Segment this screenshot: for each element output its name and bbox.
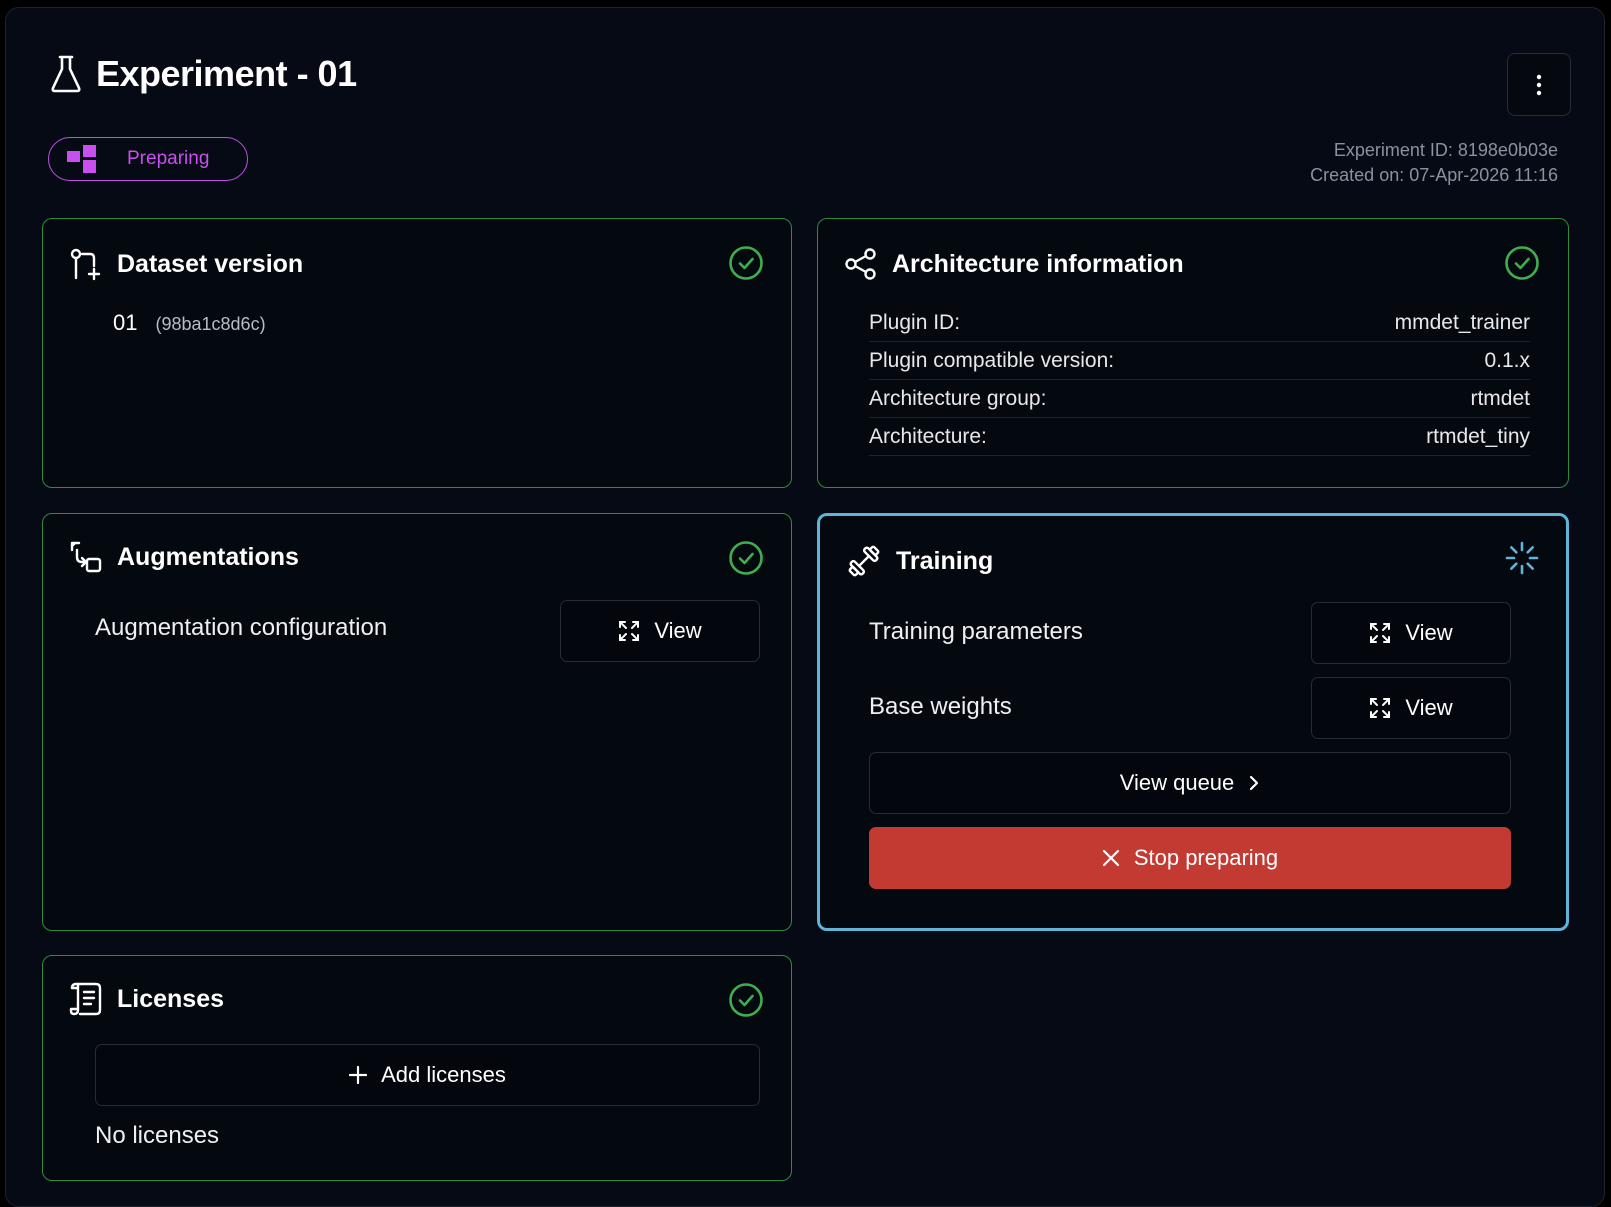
check-circle-icon <box>729 246 763 280</box>
row-label: Architecture: <box>869 424 987 448</box>
expand-icon <box>1370 623 1391 643</box>
training-parameters-label: Training parameters <box>869 618 1083 645</box>
status-badge: Preparing <box>48 137 248 181</box>
stop-preparing-button[interactable]: Stop preparing <box>869 827 1511 889</box>
expand-icon <box>1370 698 1391 718</box>
row-label: Plugin compatible version: <box>869 348 1115 372</box>
version-number: 01 <box>113 310 138 335</box>
augmentations-icon <box>70 541 102 573</box>
experiment-meta: Experiment ID: 8198e0b03e Created on: 07… <box>1310 138 1558 188</box>
card-title: Architecture information <box>892 249 1184 278</box>
row-label: Plugin ID: <box>869 310 961 334</box>
view-queue-label: View queue <box>1119 770 1235 795</box>
view-augmentations-button[interactable]: View <box>560 600 760 662</box>
status-blocks-icon <box>67 145 96 173</box>
check-circle-icon <box>729 541 763 575</box>
view-label: View <box>654 618 702 643</box>
version-hash: (98ba1c8d6c) <box>155 314 266 334</box>
check-circle-icon <box>1505 246 1539 280</box>
git-pull-request-icon <box>70 248 101 281</box>
created-on: Created on: 07-Apr-2026 11:16 <box>1310 165 1558 185</box>
licenses-card: Licenses Add licenses No licenses <box>42 955 792 1181</box>
view-label: View <box>1405 695 1453 720</box>
architecture-table: Plugin ID: mmdet_trainer Plugin compatib… <box>869 304 1530 456</box>
page-header: Experiment - 01 <box>50 52 357 96</box>
close-icon <box>1102 849 1119 867</box>
augmentation-config-label: Augmentation configuration <box>95 614 388 641</box>
loader-icon <box>1505 541 1539 575</box>
chevron-right-icon <box>1250 775 1259 791</box>
card-title: Licenses <box>117 984 225 1013</box>
stop-preparing-label: Stop preparing <box>1133 845 1279 870</box>
card-header: Licenses <box>69 982 224 1016</box>
expand-icon <box>619 621 640 641</box>
check-circle-icon <box>729 983 763 1017</box>
row-value: mmdet_trainer <box>1394 310 1530 334</box>
view-queue-button[interactable]: View queue <box>869 752 1511 814</box>
table-row: Plugin compatible version: 0.1.x <box>869 342 1530 380</box>
row-value: 0.1.x <box>1484 348 1530 372</box>
augmentations-card: Augmentations Augmentation configuration… <box>42 513 792 931</box>
plus-icon <box>349 1066 368 1084</box>
share-nodes-icon <box>845 248 876 280</box>
add-licenses-button[interactable]: Add licenses <box>95 1044 760 1106</box>
base-weights-label: Base weights <box>869 693 1012 720</box>
more-options-button[interactable] <box>1507 53 1571 116</box>
page-title: Experiment - 01 <box>96 53 357 94</box>
experiment-panel: Experiment - 01 Preparing Experiment ID:… <box>5 7 1605 1207</box>
row-label: Architecture group: <box>869 386 1047 410</box>
table-row: Architecture group: rtmdet <box>869 380 1530 418</box>
row-value: rtmdet_tiny <box>1426 424 1530 448</box>
view-training-parameters-button[interactable]: View <box>1311 602 1511 664</box>
card-title: Training <box>896 546 994 575</box>
dumbbell-icon <box>848 545 880 577</box>
card-title: Dataset version <box>117 249 304 278</box>
dataset-version-value: 01 (98ba1c8d6c) <box>113 310 266 336</box>
card-header: Training <box>846 543 993 579</box>
more-vertical-icon <box>1536 74 1542 95</box>
card-title: Augmentations <box>117 542 299 571</box>
card-header: Augmentations <box>69 540 299 574</box>
add-licenses-label: Add licenses <box>381 1062 506 1087</box>
card-header: Dataset version <box>69 247 303 281</box>
table-row: Architecture: rtmdet_tiny <box>869 418 1530 456</box>
view-base-weights-button[interactable]: View <box>1311 677 1511 739</box>
dataset-version-card: Dataset version 01 (98ba1c8d6c) <box>42 218 792 488</box>
card-header: Architecture information <box>844 247 1184 281</box>
table-row: Plugin ID: mmdet_trainer <box>869 304 1530 342</box>
no-licenses-text: No licenses <box>95 1122 220 1149</box>
training-card: Training Training parameters View Base w… <box>817 513 1569 931</box>
flask-icon <box>51 55 81 93</box>
status-label: Preparing <box>127 148 210 169</box>
row-value: rtmdet <box>1470 386 1530 410</box>
scroll-icon <box>69 982 102 1016</box>
experiment-id: Experiment ID: 8198e0b03e <box>1333 140 1558 160</box>
view-label: View <box>1405 620 1453 645</box>
architecture-card: Architecture information Plugin ID: mmde… <box>817 218 1569 488</box>
